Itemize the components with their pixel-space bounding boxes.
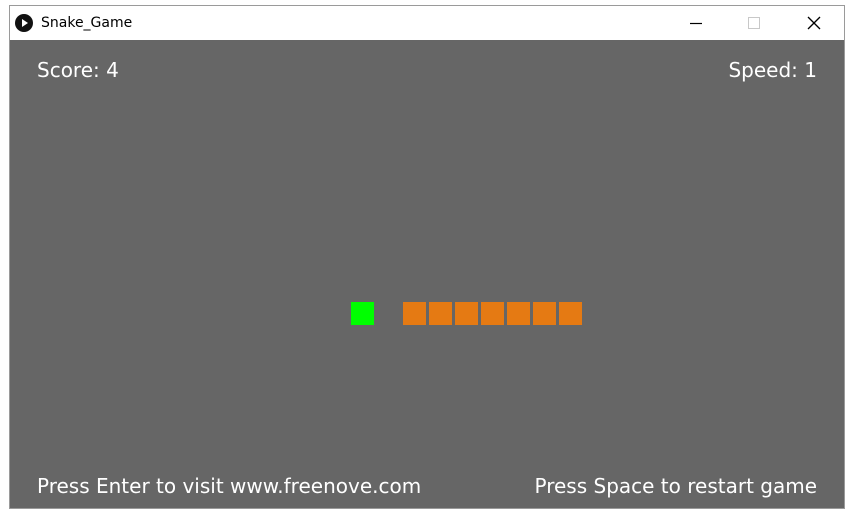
- restart-hint-text: Press Space to restart game: [534, 474, 818, 498]
- snake-segment: [481, 302, 504, 325]
- play-circle-icon: [15, 14, 33, 32]
- maximize-icon: [748, 17, 760, 29]
- speed-display: Speed: 1: [728, 58, 817, 82]
- minimize-icon: [690, 22, 702, 25]
- snake-segment: [429, 302, 452, 325]
- snake-segment: [559, 302, 582, 325]
- game-canvas[interactable]: Score: 4 Speed: 1 Press Enter to visit w…: [10, 40, 844, 508]
- game-window: Snake_Game Score: 4 Speed: 1 Press Enter…: [9, 5, 845, 509]
- snake-segment: [455, 302, 478, 325]
- snake-segment: [507, 302, 530, 325]
- enter-hint-text: Press Enter to visit www.freenove.com: [37, 474, 422, 498]
- food-pellet: [351, 302, 374, 325]
- score-display: Score: 4: [37, 58, 119, 82]
- close-button[interactable]: [785, 6, 843, 40]
- maximize-button[interactable]: [725, 6, 783, 40]
- snake-segment: [403, 302, 426, 325]
- title-bar[interactable]: Snake_Game: [10, 6, 844, 40]
- snake-segment: [533, 302, 556, 325]
- close-icon: [807, 16, 821, 30]
- minimize-button[interactable]: [667, 6, 725, 40]
- window-title: Snake_Game: [41, 15, 133, 31]
